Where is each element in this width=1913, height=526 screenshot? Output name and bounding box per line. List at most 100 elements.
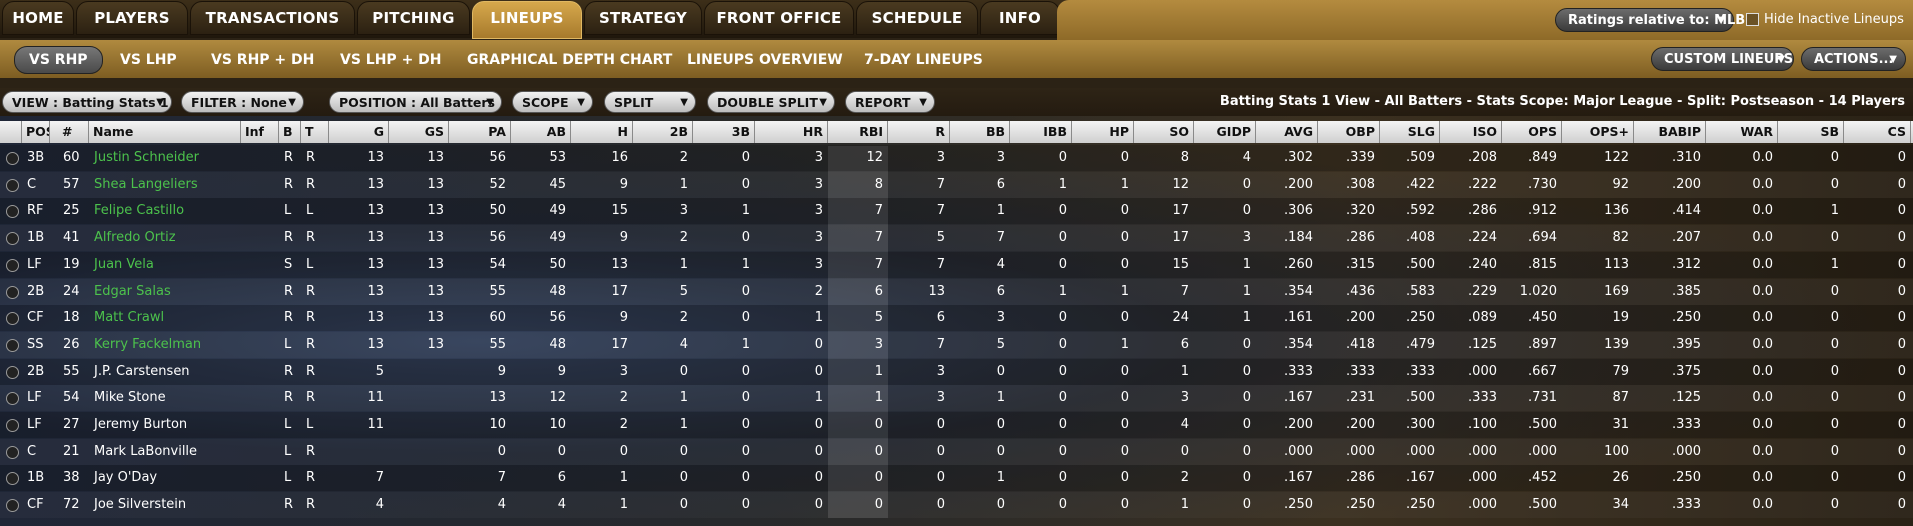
ratings-relative-dropdown[interactable]: Ratings relative to: MLB ▼ xyxy=(1555,8,1745,32)
column-header-inf[interactable]: Inf xyxy=(241,121,279,143)
table-row[interactable]: 1B 38 Jay O'Day L R 7 7 6 1 0 0 0 0 0 1 0 0 2 0 .167 .286 .16… xyxy=(0,465,1913,492)
column-header-gs[interactable]: GS xyxy=(389,121,449,143)
column-header-rbi[interactable]: RBI xyxy=(828,121,888,143)
row-select-radio[interactable] xyxy=(6,419,19,432)
row-select-radio[interactable] xyxy=(6,178,19,192)
table-row[interactable]: RF 25 Felipe Castillo L L 13 13 50 49 15 3 1 3 7 7 1 0 0 1… xyxy=(0,198,1913,225)
row-select-radio[interactable] xyxy=(6,258,19,272)
tab-schedule[interactable]: SCHEDULE xyxy=(856,1,978,35)
player-name-link[interactable]: Joe Silverstein xyxy=(89,492,241,518)
player-name-link[interactable]: Kerry Fackelman xyxy=(89,332,241,358)
table-row[interactable]: LF 54 Mike Stone R R 11 13 12 2 1 0 1 1 3 1 0 0 3 0.167.23… xyxy=(0,385,1913,411)
table-row[interactable]: 2B 24 Edgar Salas R R 13 13 55 48 17 5 0 2 6 13 6 1 1 7 1.3… xyxy=(0,279,1913,305)
column-header-pa[interactable]: PA xyxy=(449,121,511,143)
column-header-b[interactable]: B xyxy=(279,121,301,143)
player-name-link[interactable]: Mike Stone xyxy=(89,385,241,411)
column-header-hr[interactable]: HR xyxy=(755,121,828,143)
subtab-vs-rhp[interactable]: VS RHP xyxy=(14,46,103,74)
table-row[interactable]: CF 18 Matt Crawl R R 13 13 60 56 9 2 0 1 5 6 3 0 0 24 1.161… xyxy=(0,305,1913,332)
subtab-lineups-overview[interactable]: LINEUPS OVERVIEW xyxy=(687,47,843,73)
table-row[interactable]: 1B 41 Alfredo Ortiz R R 13 13 56 49 9 2 0 3 7 5 7 0 0 17 3.… xyxy=(0,225,1913,251)
hide-inactive-checkbox[interactable] xyxy=(1746,13,1759,26)
column-header-ibb[interactable]: IBB xyxy=(1010,121,1072,143)
table-row[interactable]: CF 72 Joe Silverstein R R 4 4 4 1 0 0 0 0 0 0 0 0 1 0 .250.… xyxy=(0,492,1913,518)
tab-transactions[interactable]: TRANSACTIONS xyxy=(190,1,355,35)
table-row[interactable]: LF 27 Jeremy Burton L L 11 10 10 2 1 0 0 0 0 0 0 0 4 0.200… xyxy=(0,412,1913,438)
player-name-link[interactable]: Alfredo Ortiz xyxy=(89,225,241,251)
tab-players[interactable]: PLAYERS xyxy=(76,1,188,35)
tab-lineups[interactable]: LINEUPS xyxy=(472,1,582,39)
player-name-link[interactable]: Felipe Castillo xyxy=(89,198,241,224)
column-header-ops[interactable]: OPS xyxy=(1502,121,1562,143)
position-dropdown[interactable]: POSITION : All Batters ▼ xyxy=(329,91,502,113)
column-header-number[interactable]: # xyxy=(58,121,89,143)
player-name-link[interactable]: J.P. Carstensen xyxy=(89,359,241,385)
tab-home[interactable]: HOME xyxy=(2,1,74,35)
column-header-g[interactable]: G xyxy=(329,121,389,143)
subtab-vs-lhp-dh[interactable]: VS LHP + DH xyxy=(340,47,442,73)
column-header-iso[interactable]: ISO xyxy=(1440,121,1502,143)
tab-info[interactable]: INFO xyxy=(980,1,1060,35)
table-row[interactable]: 2B 55 J.P. Carstensen R R 5 9 9 3 0 0 0 1 3 0 0 0 1 0 .333.… xyxy=(0,358,1913,385)
row-select-radio[interactable] xyxy=(6,285,19,299)
subtab-vs-lhp[interactable]: VS LHP xyxy=(120,47,177,73)
table-row[interactable]: 3B 60 Justin Schneider R R 13 13 56 53 16 2 0 3 12 3 3 0… xyxy=(0,145,1913,171)
column-header-pos[interactable]: POS xyxy=(22,121,50,143)
row-select-radio[interactable] xyxy=(6,205,19,219)
table-row[interactable]: C 21 Mark LaBonville L R 0 0 0 0 0 0 0 0 0 0 0 0 0.000.00… xyxy=(0,439,1913,465)
row-select-radio[interactable] xyxy=(6,472,19,486)
subtab-graphical-depth-chart[interactable]: GRAPHICAL DEPTH CHART xyxy=(467,47,672,73)
column-header-babip[interactable]: BABIP xyxy=(1634,121,1706,143)
column-header-so[interactable]: SO xyxy=(1134,121,1194,143)
column-header-avg[interactable]: AVG xyxy=(1256,121,1318,143)
row-select-radio[interactable] xyxy=(6,152,19,165)
player-name-link[interactable]: Justin Schneider xyxy=(89,145,241,171)
player-name-link[interactable]: Edgar Salas xyxy=(89,279,241,305)
player-name-link[interactable]: Mark LaBonville xyxy=(89,439,241,465)
actions-dropdown[interactable]: ACTIONS... ▼ xyxy=(1801,47,1906,71)
column-header-slg[interactable]: SLG xyxy=(1380,121,1440,143)
tab-strategy[interactable]: STRATEGY xyxy=(584,1,702,35)
player-name-link[interactable]: Shea Langeliers xyxy=(89,172,241,198)
column-header-bb[interactable]: BB xyxy=(950,121,1010,143)
table-row[interactable]: SS 26 Kerry Fackelman L R 13 13 55 48 17 4 1 0 3 7 5 0 1 6… xyxy=(0,332,1913,358)
scope-dropdown[interactable]: SCOPE ▼ xyxy=(512,91,593,113)
subtab-7-day-lineups[interactable]: 7-DAY LINEUPS xyxy=(864,47,983,73)
column-header-gidp[interactable]: GIDP xyxy=(1194,121,1256,143)
row-select-radio[interactable] xyxy=(6,392,19,406)
column-header-ab[interactable]: AB xyxy=(511,121,571,143)
row-select-radio[interactable] xyxy=(6,232,19,246)
row-select-radio[interactable] xyxy=(6,445,19,459)
tab-front-office[interactable]: FRONT OFFICE xyxy=(704,1,854,35)
row-select-radio[interactable] xyxy=(6,312,19,326)
table-row[interactable]: LF 19 Juan Vela S L 13 13 54 50 13 1 1 3 7 7 4 0 0 15 1.260… xyxy=(0,251,1913,278)
row-select-radio[interactable] xyxy=(6,338,19,352)
row-select-radio[interactable] xyxy=(6,499,19,513)
column-header-cs[interactable]: CS xyxy=(1844,121,1911,143)
custom-lineups-dropdown[interactable]: CUSTOM LINEUPS ▼ xyxy=(1651,47,1794,71)
column-header-obp[interactable]: OBP xyxy=(1318,121,1380,143)
double-split-dropdown[interactable]: DOUBLE SPLIT ▼ xyxy=(707,91,835,113)
column-header-r[interactable]: R xyxy=(888,121,950,143)
column-header-ops-plus[interactable]: OPS+ xyxy=(1562,121,1634,143)
subtab-vs-rhp-dh[interactable]: VS RHP + DH xyxy=(211,47,314,73)
filter-dropdown[interactable]: FILTER : None ▼ xyxy=(181,91,304,113)
split-dropdown[interactable]: SPLIT ▼ xyxy=(604,91,696,113)
column-header-war[interactable]: WAR xyxy=(1706,121,1778,143)
table-row[interactable]: C 57 Shea Langeliers R R 13 13 52 45 9 1 0 3 8 7 6 1 1 12 0… xyxy=(0,172,1913,198)
player-name-link[interactable]: Juan Vela xyxy=(89,252,241,278)
column-header-3b[interactable]: 3B xyxy=(693,121,755,143)
column-header-name[interactable]: Name xyxy=(89,121,241,143)
player-name-link[interactable]: Jeremy Burton xyxy=(89,412,241,438)
player-name-link[interactable]: Jay O'Day xyxy=(89,465,241,491)
player-name-link[interactable]: Matt Crawl xyxy=(89,305,241,331)
column-header-hp[interactable]: HP xyxy=(1072,121,1134,143)
column-header-2b[interactable]: 2B xyxy=(633,121,693,143)
column-header-h[interactable]: H xyxy=(571,121,633,143)
view-dropdown[interactable]: VIEW : Batting Stats 1 ▼ xyxy=(2,91,172,113)
row-select-radio[interactable] xyxy=(6,365,19,379)
tab-pitching[interactable]: PITCHING xyxy=(357,1,470,35)
column-header-sb[interactable]: SB xyxy=(1778,121,1844,143)
column-header-t[interactable]: T xyxy=(301,121,329,143)
report-dropdown[interactable]: REPORT ▼ xyxy=(845,91,935,113)
